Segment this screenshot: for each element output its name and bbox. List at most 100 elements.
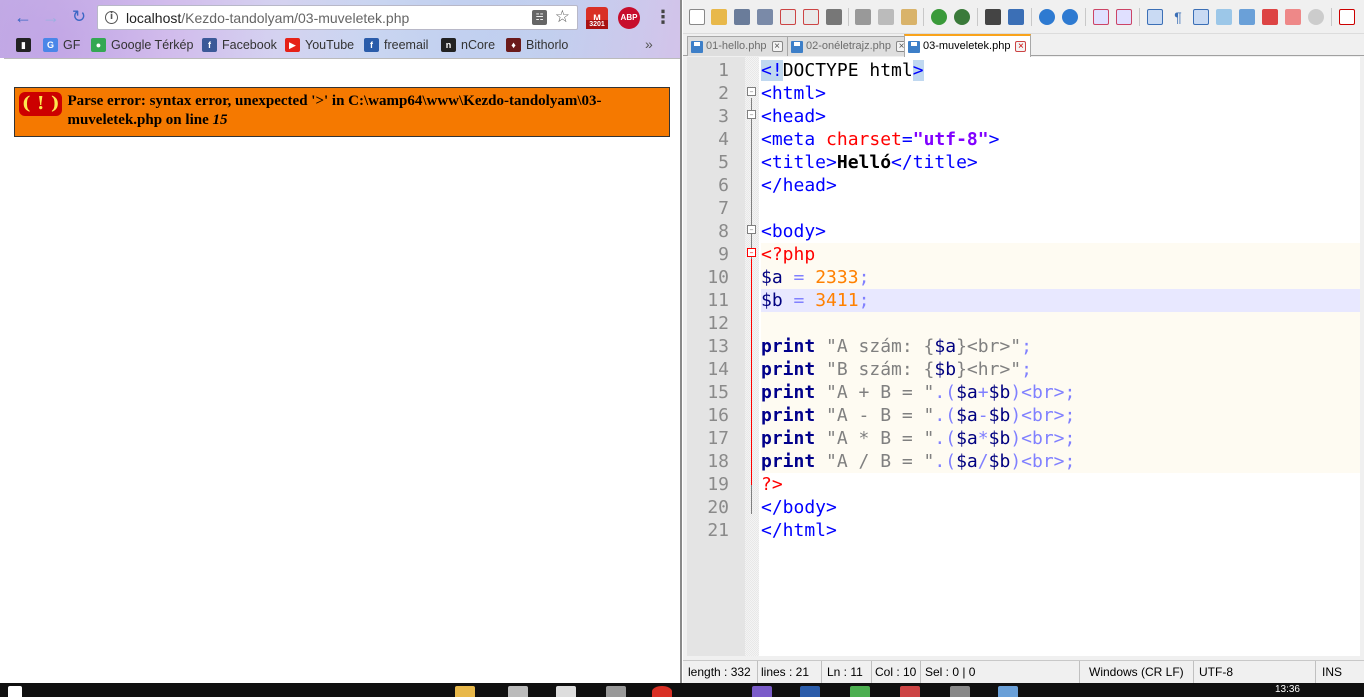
- close-icon[interactable]: ×: [771, 41, 783, 52]
- paste-icon[interactable]: [901, 9, 917, 25]
- taskbar-app-icon[interactable]: [800, 686, 820, 697]
- indent-guide-icon[interactable]: [1193, 9, 1209, 25]
- bookmark-gf[interactable]: G GF: [43, 37, 80, 53]
- word-wrap-icon[interactable]: [1147, 9, 1163, 25]
- code-line[interactable]: <!DOCTYPE html>: [761, 59, 1360, 82]
- chrome-menu-icon[interactable]: ⋮: [652, 7, 674, 29]
- tab-01-hello[interactable]: 01-hello.php ×: [687, 36, 788, 56]
- code-line[interactable]: <title>Helló</title>: [761, 151, 1360, 174]
- fold-minus-icon[interactable]: –: [747, 87, 756, 96]
- doc-map-icon[interactable]: [1239, 9, 1255, 25]
- bookmark-freemail[interactable]: f freemail: [364, 37, 428, 53]
- code-line[interactable]: <meta charset="utf-8">: [761, 128, 1360, 151]
- code-line[interactable]: <html>: [761, 82, 1360, 105]
- code-line[interactable]: [761, 197, 1360, 220]
- bookmark-star-icon[interactable]: ☆: [555, 7, 570, 27]
- code-line[interactable]: print "B szám: {$b}<hr>";: [761, 358, 1360, 381]
- taskbar-app-icon[interactable]: [850, 686, 870, 697]
- npp-tab-bar: 01-hello.php × 02-onéletrajz.php × 03-muve…: [683, 34, 1364, 57]
- code-editor[interactable]: – – – – 1 2 3 4 5 6 7 8 9 10 11 12 13 14…: [687, 57, 1360, 656]
- close-file-icon[interactable]: [780, 9, 796, 25]
- code-line[interactable]: <body>: [761, 220, 1360, 243]
- bookmark-google-maps[interactable]: ● Google Térkép: [91, 37, 193, 53]
- sync-vertical-icon[interactable]: [1093, 9, 1109, 25]
- copy-icon[interactable]: [878, 9, 894, 25]
- code-line[interactable]: </body>: [761, 496, 1360, 519]
- info-icon[interactable]: i: [105, 11, 118, 24]
- taskbar-app-icon[interactable]: [606, 686, 626, 697]
- code-line[interactable]: $a = 2333;: [761, 266, 1360, 289]
- bookmark-youtube[interactable]: ▶ YouTube: [285, 37, 354, 53]
- status-insert-mode[interactable]: INS: [1319, 661, 1359, 684]
- start-icon[interactable]: [8, 686, 22, 697]
- file-explorer-icon[interactable]: [455, 686, 475, 697]
- taskbar-app-icon[interactable]: [556, 686, 576, 697]
- code-line[interactable]: print "A / B = ".($a/$b)<br>;: [761, 450, 1360, 473]
- status-encoding[interactable]: UTF-8: [1196, 661, 1316, 684]
- monitoring-icon[interactable]: [1308, 9, 1324, 25]
- code-line-current[interactable]: $b = 3411;: [761, 289, 1360, 312]
- reload-icon[interactable]: ↻: [68, 6, 90, 28]
- line-number: 12: [707, 313, 729, 334]
- fold-minus-icon[interactable]: –: [747, 110, 756, 119]
- code-line[interactable]: </html>: [761, 519, 1360, 542]
- fold-minus-icon[interactable]: –: [747, 248, 756, 257]
- url-text[interactable]: localhost/Kezdo-tandolyam/03-muveletek.p…: [126, 10, 409, 26]
- bookmark-ncore[interactable]: n nCore: [441, 37, 495, 53]
- taskbar-app-icon[interactable]: [900, 686, 920, 697]
- bookmark-bithorlo[interactable]: ♦ Bithorlo: [506, 37, 568, 53]
- gmail-extension-icon[interactable]: M 3201: [586, 7, 608, 29]
- undo-icon[interactable]: [931, 9, 947, 25]
- bookmarks-overflow-icon[interactable]: »: [645, 36, 653, 52]
- bookmark-facebook[interactable]: f Facebook: [202, 37, 277, 53]
- fold-margin[interactable]: – – – –: [745, 57, 759, 656]
- code-line[interactable]: print "A * B = ".($a*$b)<br>;: [761, 427, 1360, 450]
- close-icon[interactable]: ×: [1015, 41, 1027, 52]
- chrome-taskbar-icon[interactable]: [652, 686, 672, 697]
- print-icon[interactable]: [826, 9, 842, 25]
- code-line[interactable]: ?>: [761, 473, 1360, 496]
- taskbar-clock[interactable]: 13:36: [1275, 684, 1300, 695]
- tab-02-oneletrajz[interactable]: 02-onéletrajz.php ×: [787, 36, 913, 56]
- find-icon[interactable]: [985, 9, 1001, 25]
- bookmark-item[interactable]: ▮: [16, 37, 36, 53]
- folder-workspace-icon[interactable]: [1285, 9, 1301, 25]
- code-line[interactable]: [761, 312, 1360, 335]
- taskbar-app-icon[interactable]: [508, 686, 528, 697]
- sync-horizontal-icon[interactable]: [1116, 9, 1132, 25]
- cut-icon[interactable]: [855, 9, 871, 25]
- show-all-chars-icon[interactable]: ¶: [1170, 9, 1186, 25]
- save-all-icon[interactable]: [757, 9, 773, 25]
- lang-icon[interactable]: [1216, 9, 1232, 25]
- taskbar-app-icon[interactable]: [752, 686, 772, 697]
- taskbar-app-icon[interactable]: [950, 686, 970, 697]
- function-list-icon[interactable]: [1262, 9, 1278, 25]
- redo-icon[interactable]: [954, 9, 970, 25]
- code-line[interactable]: print "A szám: {$a}<br>";: [761, 335, 1360, 358]
- open-file-icon[interactable]: [711, 9, 727, 25]
- tab-03-muveletek[interactable]: 03-muveletek.php ×: [904, 34, 1032, 57]
- code-area[interactable]: <!DOCTYPE html> <html> <head> <meta char…: [761, 57, 1360, 656]
- desktop: ← → ↻ i localhost/Kezdo-tandolyam/03-muv…: [0, 0, 1364, 697]
- error-message: Parse error: syntax error, unexpected '>…: [67, 93, 602, 128]
- code-line[interactable]: print "A + B = ".($a+$b)<br>;: [761, 381, 1360, 404]
- forward-arrow-icon[interactable]: →: [40, 6, 62, 28]
- zoom-out-icon[interactable]: [1062, 9, 1078, 25]
- back-arrow-icon[interactable]: ←: [12, 6, 34, 28]
- status-eol[interactable]: Windows (CR LF): [1086, 661, 1194, 684]
- new-file-icon[interactable]: [689, 9, 705, 25]
- adblock-plus-icon[interactable]: ABP: [618, 7, 640, 29]
- fold-minus-icon[interactable]: –: [747, 225, 756, 234]
- zoom-in-icon[interactable]: [1039, 9, 1055, 25]
- taskbar-app-icon[interactable]: [998, 686, 1018, 697]
- translate-icon[interactable]: ☵: [532, 10, 547, 25]
- save-icon[interactable]: [734, 9, 750, 25]
- code-line[interactable]: </head>: [761, 174, 1360, 197]
- address-bar[interactable]: i localhost/Kezdo-tandolyam/03-muveletek…: [97, 5, 578, 30]
- code-line[interactable]: <head>: [761, 105, 1360, 128]
- close-all-icon[interactable]: [803, 9, 819, 25]
- replace-icon[interactable]: [1008, 9, 1024, 25]
- code-line[interactable]: print "A - B = ".($a-$b)<br>;: [761, 404, 1360, 427]
- code-line[interactable]: <?php: [761, 243, 1360, 266]
- record-macro-icon[interactable]: [1339, 9, 1355, 25]
